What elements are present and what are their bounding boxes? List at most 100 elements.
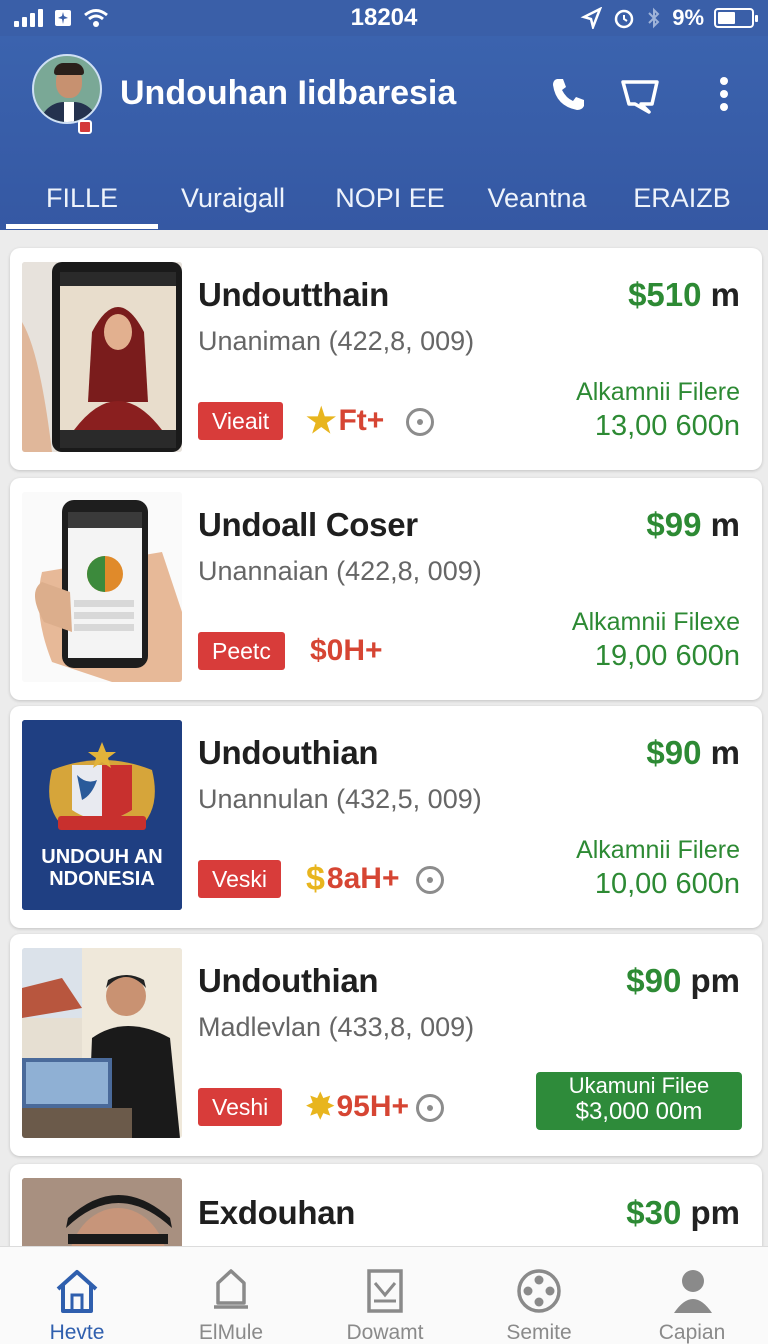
item-subtitle: Unannulan (432,5, 009): [198, 784, 482, 814]
item-price: $30 pm: [626, 1194, 740, 1232]
nav-notifications[interactable]: ElMule: [154, 1247, 308, 1344]
item-subtitle: Madlevlan (433,8, 009): [198, 1012, 475, 1042]
list-item[interactable]: Undoutthain Unaniman (422,8, 009) $510 m…: [10, 248, 762, 470]
item-rating-text: 8aH+: [326, 862, 400, 895]
person-icon: [674, 1270, 712, 1313]
item-price-amount: $510: [628, 276, 702, 313]
call-button[interactable]: [546, 72, 590, 116]
avatar-badge: [78, 120, 92, 134]
nav-home-label: Hevte: [49, 1321, 105, 1344]
item-title: Undoall Coser: [198, 506, 418, 543]
item-rating: $8aH+: [306, 860, 399, 898]
nav-notifications-label: ElMule: [198, 1321, 264, 1344]
item-price-unit: pm: [690, 1194, 741, 1231]
item-price: $510 m: [628, 276, 740, 314]
list-item[interactable]: UNDOUH AN NDONESIA Undouthian Unannulan …: [10, 706, 762, 928]
alarm-icon: [614, 9, 634, 29]
item-thumbnail: [22, 948, 182, 1138]
nav-download-label: Dowamt: [346, 1321, 424, 1344]
app-title: Undouhan Iidbaresia: [120, 74, 457, 112]
info-icon[interactable]: [406, 408, 434, 436]
tab-veantna[interactable]: Veantna: [472, 166, 602, 230]
more-button[interactable]: [702, 72, 746, 116]
item-rating-text: 95H+: [336, 1090, 410, 1123]
item-price-amount: $90: [646, 734, 702, 771]
chat-icon: [621, 80, 659, 114]
battery-icon: [714, 8, 758, 28]
item-rating-text: $0H+: [310, 634, 383, 667]
item-subtitle: Unaniman (422,8, 009): [198, 326, 475, 356]
thumbnail-caption: UNDOUH AN NDONESIA: [22, 846, 182, 890]
star-icon: ✸: [306, 1088, 335, 1126]
nav-download[interactable]: Dowamt: [308, 1247, 462, 1344]
item-thumbnail: [22, 262, 182, 452]
tab-nopiee[interactable]: NOPI EE: [308, 166, 472, 230]
download-button-label: Ukamuni Filee: [568, 1073, 710, 1098]
download-button[interactable]: Ukamuni Filee $3,000 00m: [536, 1072, 742, 1130]
item-download-value: 10,00 600n: [594, 868, 740, 900]
item-title: Exdouhan: [198, 1194, 356, 1231]
nav-media[interactable]: Semite: [462, 1247, 616, 1344]
avatar[interactable]: [32, 54, 102, 124]
thumbnail-caption-line1: UNDOUH AN: [41, 846, 163, 868]
item-price-amount: $30: [626, 1194, 682, 1231]
item-tag[interactable]: Vieait: [198, 402, 284, 440]
item-subtitle: Unannaian (422,8, 009): [198, 556, 482, 586]
item-rating: $0H+: [310, 632, 383, 670]
more-vert-icon: [720, 77, 728, 111]
item-price: $90 m: [646, 734, 740, 772]
star-icon: ★: [306, 402, 337, 440]
list-item[interactable]: Undoall Coser Unannaian (422,8, 009) $99…: [10, 478, 762, 700]
tab-eraizb[interactable]: ERAIZB: [602, 166, 762, 230]
bluetooth-icon: [648, 7, 660, 29]
location-icon: [580, 7, 603, 29]
item-price-unit: m: [710, 506, 740, 543]
download-button-value: $3,000 00m: [575, 1098, 703, 1125]
item-tag[interactable]: Veski: [198, 860, 281, 898]
bell-icon: [214, 1269, 248, 1309]
info-icon[interactable]: [416, 1094, 444, 1122]
bottom-nav: Hevte ElMule Dowamt Semite Capian: [0, 1246, 768, 1344]
item-rating-text: Ft+: [338, 404, 385, 437]
item-title: Undouthian: [198, 962, 379, 999]
item-price-unit: m: [710, 734, 740, 771]
thumbnail-caption-line2: NDONESIA: [49, 868, 155, 890]
item-rating: ✸ 95H+: [306, 1088, 409, 1126]
download-icon: [367, 1269, 403, 1313]
nav-media-label: Semite: [506, 1321, 572, 1344]
reel-icon: [517, 1269, 561, 1313]
tab-fille[interactable]: FILLE: [6, 166, 158, 230]
battery-fill: [718, 12, 735, 24]
info-icon[interactable]: [416, 866, 444, 894]
nav-home[interactable]: Hevte: [0, 1247, 154, 1344]
item-download-value: 19,00 600n: [594, 640, 740, 672]
app-bar: Undouhan Iidbaresia FILLE Vuraigall NOPI…: [0, 36, 768, 230]
battery-percent: 9%: [672, 5, 704, 30]
item-download-value: 13,00 600n: [594, 410, 740, 442]
item-price-unit: pm: [690, 962, 741, 999]
list-item[interactable]: Undouthian Madlevlan (433,8, 009) $90 pm…: [10, 934, 762, 1156]
item-download-label: Alkamnii Filere: [576, 836, 740, 864]
item-title: Undoutthain: [198, 276, 389, 313]
chat-button[interactable]: [618, 72, 662, 116]
item-title: Undouthian: [198, 734, 379, 771]
item-price-unit: m: [710, 276, 740, 313]
home-icon: [56, 1270, 98, 1313]
tab-bar: FILLE Vuraigall NOPI EE Veantna ERAIZB: [0, 166, 768, 230]
status-bar: 18204 9%: [0, 0, 768, 36]
item-tag[interactable]: Peetc: [198, 632, 285, 670]
item-thumbnail: UNDOUH AN NDONESIA: [22, 720, 182, 910]
star-icon: $: [306, 859, 325, 898]
item-price: $90 pm: [626, 962, 740, 1000]
item-price-amount: $99: [646, 506, 702, 543]
nav-profile[interactable]: Capian: [616, 1247, 768, 1344]
item-rating: ★ Ft+: [306, 402, 384, 440]
item-tag[interactable]: Veshi: [198, 1088, 283, 1126]
item-price: $99 m: [646, 506, 740, 544]
tab-indicator: [6, 224, 158, 229]
item-thumbnail: [22, 492, 182, 682]
item-download-label: Alkamnii Filere: [576, 378, 740, 406]
item-download-label: Alkamnii Filexe: [571, 608, 740, 636]
tab-vuraigall[interactable]: Vuraigall: [158, 166, 308, 230]
phone-icon: [553, 79, 584, 110]
